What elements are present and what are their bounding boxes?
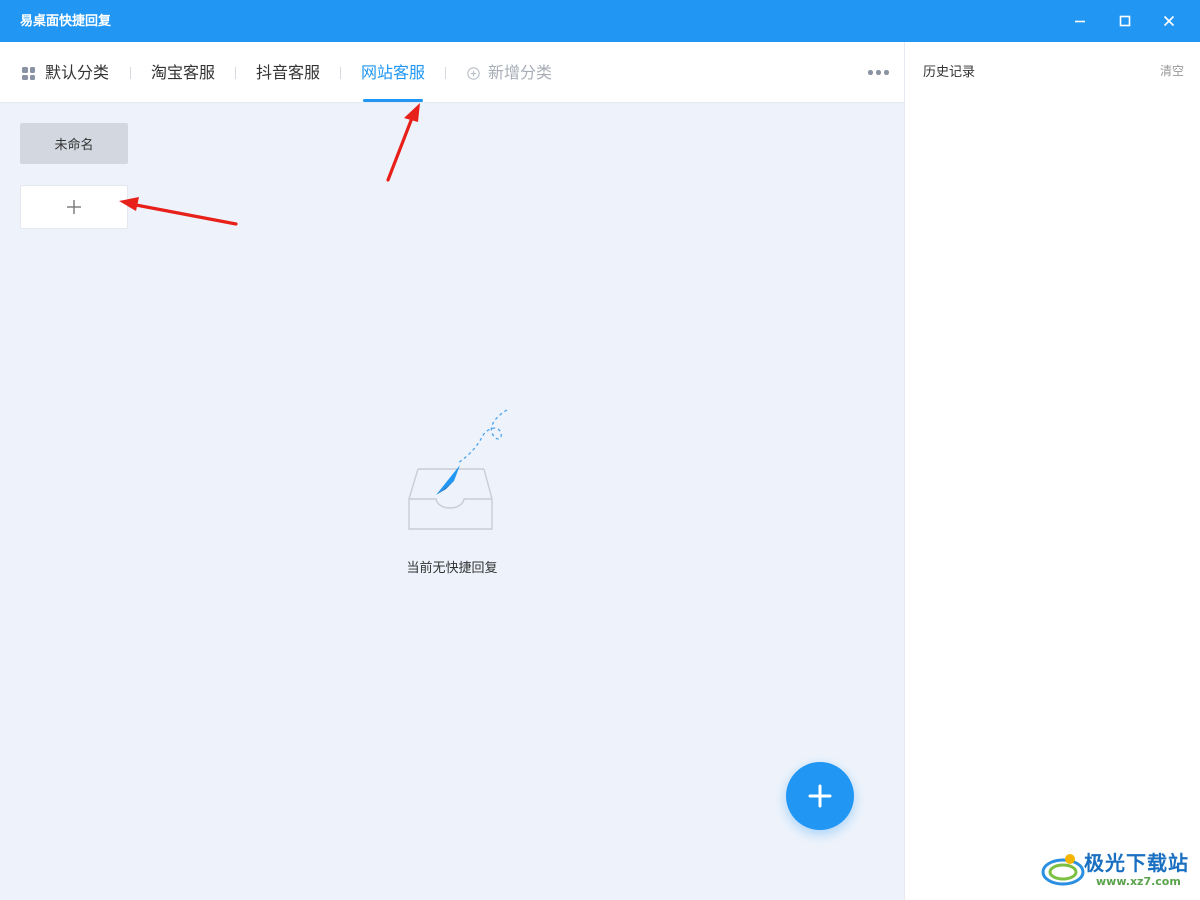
close-icon (1163, 15, 1175, 27)
plus-icon (808, 784, 832, 808)
add-circle-icon (467, 67, 480, 80)
minimize-icon (1075, 20, 1085, 23)
history-title: 历史记录 (923, 65, 976, 80)
tab-divider (235, 67, 236, 79)
maximize-button[interactable] (1103, 0, 1147, 42)
inbox-paper-plane-icon (408, 409, 508, 530)
category-tab-bar: 默认分类 淘宝客服 抖音客服 网站客服 新增分类 (0, 42, 904, 103)
tab-website-service[interactable]: 网站客服 (361, 62, 425, 84)
tab-default-category[interactable]: 默认分类 (45, 62, 109, 84)
clear-history-button[interactable]: 清空 (1160, 62, 1184, 79)
tab-douyin-service[interactable]: 抖音客服 (256, 62, 320, 84)
add-group-button[interactable] (20, 185, 128, 229)
minimize-button[interactable] (1058, 0, 1102, 42)
maximize-icon (1119, 15, 1131, 27)
tab-divider (340, 67, 341, 79)
group-chip-unnamed[interactable]: 未命名 (20, 123, 128, 164)
tab-taobao-service[interactable]: 淘宝客服 (151, 62, 215, 84)
watermark-name: 极光下载站 (1084, 851, 1189, 875)
watermark-url: www.xz7.com (1096, 875, 1181, 888)
plus-icon (67, 200, 81, 214)
close-button[interactable] (1147, 0, 1191, 42)
add-reply-button[interactable] (786, 762, 854, 830)
more-options-icon[interactable] (868, 70, 890, 76)
grid-icon (22, 67, 35, 80)
watermark-logo-icon (1041, 854, 1085, 886)
window-title: 易桌面快捷回复 (20, 14, 112, 29)
watermark: 极光下载站 www.xz7.com (1040, 845, 1195, 895)
active-tab-indicator (363, 99, 423, 102)
title-bar: 易桌面快捷回复 (0, 0, 1200, 42)
tab-divider (130, 67, 131, 79)
empty-state-text: 当前无快捷回复 (406, 561, 498, 576)
history-panel: 历史记录 清空 (904, 42, 1200, 900)
reply-panel: 默认分类 淘宝客服 抖音客服 网站客服 新增分类 未命名 当前无快捷回复 (0, 42, 904, 900)
tab-add-category[interactable]: 新增分类 (488, 62, 552, 84)
tab-divider (445, 67, 446, 79)
